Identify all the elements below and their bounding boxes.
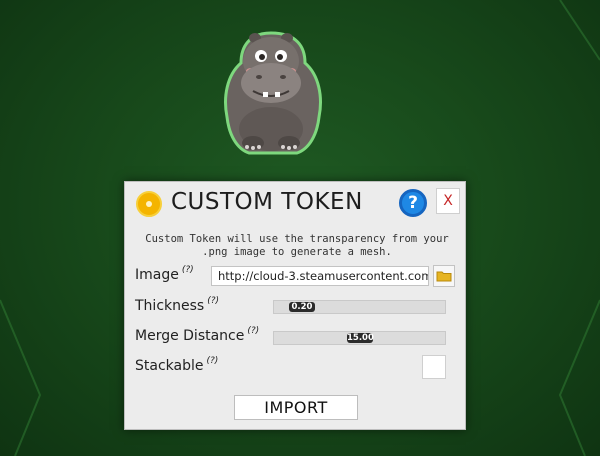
dialog-title: CUSTOM TOKEN — [171, 189, 363, 215]
stackable-hint[interactable]: (?) — [206, 356, 218, 366]
import-button[interactable]: IMPORT — [234, 395, 358, 420]
hippo-token-image — [224, 31, 322, 155]
thickness-slider-handle[interactable]: 0.20 — [289, 302, 315, 312]
help-button[interactable]: ? — [399, 189, 427, 217]
merge-distance-label: Merge Distance (?) — [135, 326, 260, 344]
dialog-description: Custom Token will use the transparency f… — [145, 233, 449, 258]
custom-token-dialog: CUSTOM TOKEN ? X Custom Token will use t… — [124, 181, 466, 430]
image-hint[interactable]: (?) — [182, 265, 194, 275]
browse-folder-button[interactable] — [433, 265, 455, 287]
thickness-label: Thickness (?) — [135, 296, 220, 314]
stackable-checkbox[interactable] — [422, 355, 446, 379]
close-icon: X — [443, 193, 453, 209]
thickness-hint[interactable]: (?) — [207, 296, 219, 306]
close-button[interactable]: X — [436, 188, 460, 214]
stackable-label: Stackable (?) — [135, 356, 219, 374]
token-icon — [136, 191, 162, 217]
image-label: Image (?) — [135, 265, 194, 283]
image-url-input[interactable]: http://cloud-3.steamusercontent.com/ — [211, 266, 429, 286]
merge-distance-slider[interactable]: 15.00 — [273, 331, 446, 345]
thickness-slider[interactable]: 0.20 — [273, 300, 446, 314]
folder-icon — [436, 271, 452, 282]
merge-distance-hint[interactable]: (?) — [247, 326, 259, 336]
merge-distance-slider-handle[interactable]: 15.00 — [347, 333, 374, 343]
help-icon: ? — [408, 193, 418, 213]
